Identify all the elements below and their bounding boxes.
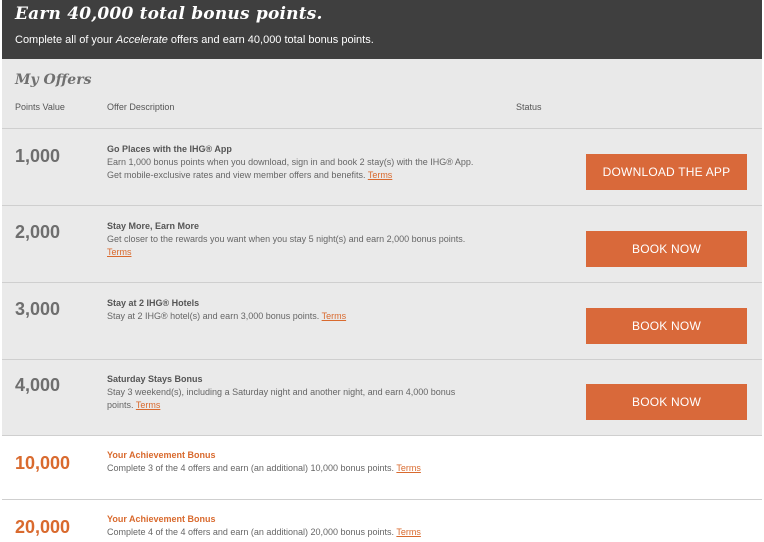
offer-description-text: Get closer to the rewards you want when …: [107, 234, 466, 244]
offers-header: My Offers Points Value Offer Description…: [2, 59, 762, 129]
achievement-points: 10,000: [15, 453, 71, 473]
achievement-description-text: Complete 3 of the 4 offers and earn (an …: [107, 463, 395, 473]
offer-points: 1,000: [15, 146, 61, 166]
offer-title: Go Places with the IHG® App: [107, 144, 232, 154]
hero-banner: Earn 40,000 total bonus points. Complete…: [2, 0, 762, 59]
offer-points: 3,000: [15, 299, 61, 319]
book-now-button[interactable]: Book Now: [586, 308, 747, 344]
offer-points: 4,000: [15, 375, 61, 395]
offer-row: 4,000 Saturday Stays Bonus Stay 3 weeken…: [2, 360, 762, 436]
offer-row: 2,000 Stay More, Earn More Get closer to…: [2, 206, 762, 283]
offer-row: 3,000 Stay at 2 IHG® Hotels Stay at 2 IH…: [2, 283, 762, 360]
achievement-title: Your Achievement Bonus: [107, 450, 216, 460]
terms-link[interactable]: Terms: [396, 527, 421, 537]
offer-title: Stay at 2 IHG® Hotels: [107, 298, 200, 308]
achievement-description: Complete 3 of the 4 offers and earn (an …: [107, 462, 507, 475]
book-now-button[interactable]: Book Now: [586, 231, 747, 267]
offer-title: Saturday Stays Bonus: [107, 374, 203, 384]
achievement-points: 20,000: [15, 517, 71, 537]
offer-title: Stay More, Earn More: [107, 221, 200, 231]
download-app-button[interactable]: Download the App: [586, 154, 747, 190]
hero-subtitle-pre: Complete all of your: [15, 34, 116, 46]
terms-link[interactable]: Terms: [107, 247, 132, 257]
hero-title: Earn 40,000 total bonus points.: [15, 4, 323, 24]
offer-description-text: Stay at 2 IHG® hotel(s) and earn 3,000 b…: [107, 311, 320, 321]
my-offers-heading: My Offers: [15, 72, 92, 88]
offer-description-text: Earn 1,000 bonus points when you downloa…: [107, 157, 474, 180]
terms-link[interactable]: Terms: [368, 170, 393, 180]
achievement-description-text: Complete 4 of the 4 offers and earn (an …: [107, 527, 395, 537]
offer-description: Stay at 2 IHG® hotel(s) and earn 3,000 b…: [107, 310, 479, 323]
achievement-title: Your Achievement Bonus: [107, 514, 216, 524]
hero-subtitle-post: offers and earn 40,000 total bonus point…: [167, 34, 374, 46]
terms-link[interactable]: Terms: [396, 463, 421, 473]
offer-description: Earn 1,000 bonus points when you downloa…: [107, 156, 479, 182]
book-now-button[interactable]: Book Now: [586, 384, 747, 420]
column-header-description: Offer Description: [107, 102, 175, 112]
column-header-points: Points Value: [15, 102, 65, 112]
offer-row: 1,000 Go Places with the IHG® App Earn 1…: [2, 129, 762, 206]
hero-subtitle-emphasis: Accelerate: [115, 34, 168, 46]
column-header-status: Status: [516, 102, 542, 112]
page: Earn 40,000 total bonus points. Complete…: [2, 0, 762, 542]
hero-subtitle: Complete all of your Accelerate offers a…: [15, 34, 374, 46]
offer-description: Get closer to the rewards you want when …: [107, 233, 479, 259]
achievement-description: Complete 4 of the 4 offers and earn (an …: [107, 526, 507, 539]
terms-link[interactable]: Terms: [322, 311, 347, 321]
offer-description: Stay 3 weekend(s), including a Saturday …: [107, 386, 479, 412]
offer-points: 2,000: [15, 222, 61, 242]
terms-link[interactable]: Terms: [136, 400, 161, 410]
achievement-row: 20,000 Your Achievement Bonus Complete 4…: [2, 500, 762, 542]
achievement-row: 10,000 Your Achievement Bonus Complete 3…: [2, 436, 762, 500]
